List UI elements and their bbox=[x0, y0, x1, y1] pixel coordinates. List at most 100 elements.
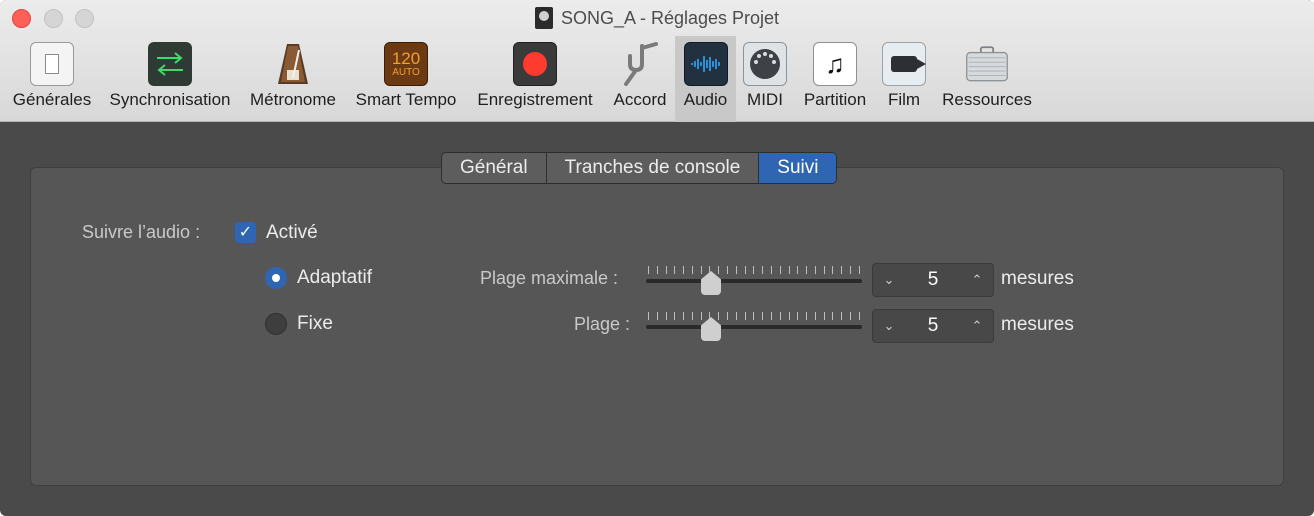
follow-audio-checkbox-label[interactable]: Activé bbox=[266, 222, 318, 244]
tab-general[interactable]: Général bbox=[442, 153, 547, 183]
slider-tick bbox=[674, 312, 676, 320]
slider-track bbox=[646, 279, 862, 283]
project-document-icon bbox=[534, 7, 553, 29]
toolbar-label: Film bbox=[887, 90, 921, 109]
smart-tempo-bpm-text: 120 bbox=[391, 49, 421, 68]
max-range-slider[interactable] bbox=[646, 266, 862, 296]
slider-tick bbox=[832, 266, 834, 274]
slider-tick bbox=[691, 312, 693, 320]
slider-tick bbox=[700, 312, 702, 320]
record-icon bbox=[513, 42, 557, 86]
slider-tick bbox=[691, 266, 693, 274]
max-range-label: Plage maximale : bbox=[480, 268, 619, 288]
slider-tick bbox=[718, 312, 720, 320]
window-title: SONG_A - Réglages Projet bbox=[0, 6, 1314, 30]
toolbar-item-film[interactable]: Film bbox=[878, 36, 930, 122]
slider-tick bbox=[762, 266, 764, 274]
slider-tick bbox=[823, 266, 825, 274]
range-label: Plage : bbox=[574, 314, 631, 334]
tab-suivi[interactable]: Suivi bbox=[759, 153, 837, 183]
toolbar-label: Synchronisation bbox=[109, 90, 231, 109]
follow-audio-label: Suivre l’audio : bbox=[82, 222, 201, 242]
smart-tempo-icon: 120 AUTO bbox=[384, 42, 428, 86]
chevron-up-icon[interactable]: ⌃ bbox=[971, 272, 983, 288]
fixed-radio[interactable] bbox=[265, 313, 287, 335]
toolbar-label: Audio bbox=[683, 90, 728, 109]
smart-tempo-mode-text: AUTO bbox=[392, 67, 420, 78]
toolbar-label: Métronome bbox=[250, 90, 336, 109]
slider-ticks bbox=[648, 312, 860, 320]
slider-tick bbox=[770, 266, 772, 274]
project-settings-window: SONG_A - Réglages Projet Générales Synch… bbox=[0, 0, 1314, 516]
video-camera-icon bbox=[882, 42, 926, 86]
chevron-down-icon[interactable]: ⌄ bbox=[883, 318, 895, 334]
slider-tick bbox=[770, 312, 772, 320]
tab-bar: Général Tranches de console Suivi bbox=[441, 152, 838, 184]
toolbar-item-generales[interactable]: Générales bbox=[8, 36, 96, 122]
toolbar-item-partition[interactable]: ♫ Partition bbox=[798, 36, 872, 122]
adaptive-radio[interactable] bbox=[265, 267, 287, 289]
slider-tick bbox=[814, 266, 816, 274]
adaptive-radio-label[interactable]: Adaptatif bbox=[297, 267, 372, 289]
range-unit: mesures bbox=[1001, 314, 1074, 335]
chevron-down-icon[interactable]: ⌄ bbox=[883, 272, 895, 288]
slider-tick bbox=[656, 312, 658, 320]
toolbar-label: MIDI bbox=[747, 90, 783, 109]
toolbar-label: Accord bbox=[613, 90, 667, 109]
toolbar-item-ressources[interactable]: Ressources bbox=[938, 36, 1036, 122]
slider-tick bbox=[727, 312, 729, 320]
toolbar-item-synchronisation[interactable]: Synchronisation bbox=[104, 36, 236, 122]
switch-icon bbox=[30, 42, 74, 86]
slider-tick bbox=[797, 266, 799, 274]
slider-tick bbox=[665, 312, 667, 320]
slider-tick bbox=[656, 266, 658, 274]
title-bar: SONG_A - Réglages Projet Générales Synch… bbox=[0, 0, 1314, 122]
sync-arrows-icon bbox=[148, 42, 192, 86]
range-value: 5 bbox=[927, 315, 939, 336]
slider-tick bbox=[700, 266, 702, 274]
briefcase-icon bbox=[965, 42, 1009, 86]
slider-knob[interactable] bbox=[701, 317, 721, 341]
fixed-radio-label[interactable]: Fixe bbox=[297, 313, 333, 335]
slider-track bbox=[646, 325, 862, 329]
toolbar-item-accord[interactable]: Accord bbox=[606, 36, 674, 122]
toolbar-item-smart-tempo[interactable]: 120 AUTO Smart Tempo bbox=[350, 36, 462, 122]
slider-knob[interactable] bbox=[701, 271, 721, 295]
toolbar-item-metronome[interactable]: Métronome bbox=[244, 36, 342, 122]
settings-toolbar: Générales Synchronisation Métronome 120 … bbox=[0, 36, 1314, 122]
slider-tick bbox=[788, 312, 790, 320]
slider-tick bbox=[858, 312, 860, 320]
slider-tick bbox=[841, 312, 843, 320]
slider-tick bbox=[849, 312, 851, 320]
slider-tick bbox=[683, 266, 685, 274]
audio-waveform-icon bbox=[683, 42, 728, 86]
slider-tick bbox=[744, 266, 746, 274]
follow-audio-checkbox[interactable]: ✓ bbox=[235, 222, 256, 243]
range-slider[interactable] bbox=[646, 312, 862, 342]
toolbar-item-audio[interactable]: Audio bbox=[675, 36, 736, 122]
slider-tick bbox=[718, 266, 720, 274]
slider-tick bbox=[779, 312, 781, 320]
toolbar-label: Enregistrement bbox=[477, 90, 593, 109]
max-range-value: 5 bbox=[927, 269, 939, 290]
slider-tick bbox=[753, 266, 755, 274]
slider-tick bbox=[806, 312, 808, 320]
max-range-stepper[interactable]: ⌄ 5 ⌃ bbox=[872, 263, 994, 297]
music-note-icon: ♫ bbox=[813, 42, 857, 86]
max-range-unit: mesures bbox=[1001, 268, 1074, 289]
slider-tick bbox=[841, 266, 843, 274]
slider-tick bbox=[648, 312, 649, 320]
toolbar-item-enregistrement[interactable]: Enregistrement bbox=[470, 36, 600, 122]
slider-tick bbox=[735, 266, 737, 274]
tab-tranches-de-console[interactable]: Tranches de console bbox=[547, 153, 760, 183]
toolbar-label: Partition bbox=[803, 90, 867, 109]
chevron-up-icon[interactable]: ⌃ bbox=[971, 318, 983, 334]
range-stepper[interactable]: ⌄ 5 ⌃ bbox=[872, 309, 994, 343]
slider-tick bbox=[797, 312, 799, 320]
toolbar-item-midi[interactable]: MIDI bbox=[740, 36, 790, 122]
slider-tick bbox=[849, 266, 851, 274]
slider-tick bbox=[814, 312, 816, 320]
slider-tick bbox=[744, 312, 746, 320]
slider-tick bbox=[806, 266, 808, 274]
toolbar-label: Ressources bbox=[942, 90, 1032, 109]
